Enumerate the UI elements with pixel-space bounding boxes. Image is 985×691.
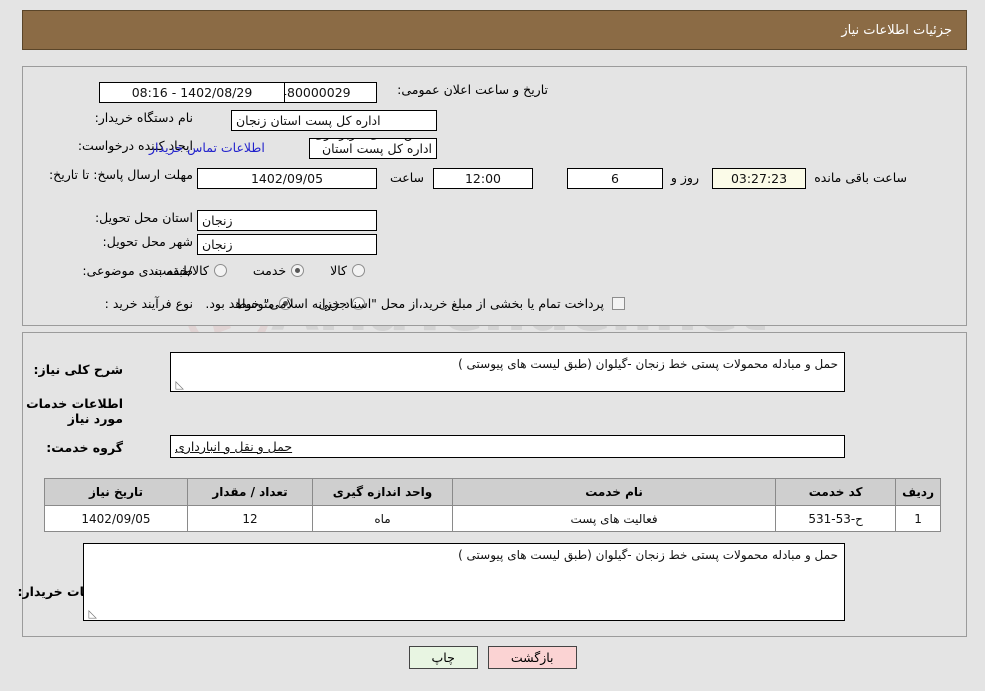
announce-datetime-label: تاریخ و ساعت اعلان عمومی: [397,82,548,97]
category-option-khedmat-label: خدمت [252,263,287,278]
treasury-note-label: پرداخت تمام یا بخشی از مبلغ خرید،از محل … [205,296,604,311]
category-option-kala-khedmat-label: کالا/خدمت [154,263,209,278]
back-button[interactable]: بازگشت [487,646,577,669]
service-group-label: گروه خدمت: [46,440,123,455]
deadline-label-wrap: مهلت ارسال پاسخ: تا تاریخ: [33,166,193,182]
col-date: تاریخ نیاز [44,478,188,506]
category-option-kala[interactable]: کالا [330,263,365,278]
buyer-org-value: اداره کل پست استان زنجان [231,110,437,131]
table-header-row: ردیف کد خدمت نام خدمت واحد اندازه گیری ت… [44,478,941,506]
remaining-days-value: 6 [567,168,663,189]
general-desc-textarea[interactable]: حمل و مبادله محمولات پستی خط زنجان -گیلو… [170,352,845,392]
province-value: زنجان [197,210,377,231]
buyer-notes-value: حمل و مبادله محمولات پستی خط زنجان -گیلو… [458,548,838,562]
category-option-khedmat[interactable]: خدمت [252,263,305,278]
cell-unit: ماه [312,505,453,532]
service-group-value: حمل و نقل و انبارداری [175,439,293,454]
buyer-org-row: نام دستگاه خریدار: [87,110,193,125]
cell-code: ح-53-531 [775,505,897,532]
treasury-note-row: پرداخت تمام یا بخشی از مبلغ خرید،از محل … [205,296,625,311]
remaining-days-label: روز و [670,170,699,185]
creator-value: حسن اسدی کاربردازی اداره کل پست استان زن… [309,138,437,159]
city-label: شهر محل تحویل: [102,234,193,249]
page-root: AriaTender.net جزئیات اطلاعات نیاز شماره… [0,0,985,691]
col-code: کد خدمت [775,478,897,506]
services-section-title: اطلاعات خدمات مورد نیاز [26,396,123,426]
button-bar: بازگشت چاپ [0,646,985,669]
radio-khedmat-icon[interactable] [291,264,305,277]
general-desc-value: حمل و مبادله محمولات پستی خط زنجان -گیلو… [458,357,838,371]
buyer-org-label: نام دستگاه خریدار: [94,110,193,125]
buyer-notes-textarea[interactable]: حمل و مبادله محمولات پستی خط زنجان -گیلو… [83,543,845,621]
province-row: استان محل تحویل: [87,210,193,225]
remaining-timer-value: 03:27:23 [712,168,806,189]
announce-datetime-value: 1402/08/29 - 08:16 [99,82,285,103]
cell-name: فعالیت های پست [451,505,777,532]
col-name: نام خدمت [451,478,777,506]
deadline-label: مهلت ارسال پاسخ: تا تاریخ: [48,167,193,182]
radio-kala-khedmat-icon[interactable] [213,264,227,277]
city-value: زنجان [197,234,377,255]
category-option-kala-label: کالا [330,263,347,278]
deadline-hour-label: ساعت [389,170,424,185]
province-label: استان محل تحویل: [94,210,193,225]
process-row-label: نوع فرآیند خرید : [97,296,193,311]
remaining-hours-label: ساعت باقی مانده [814,170,907,185]
category-option-kala-khedmat[interactable]: کالا/خدمت [154,263,227,278]
buyer-contact-link[interactable]: اطلاعات تماس خریدار [149,140,265,155]
col-qty: تعداد / مقدار [187,478,313,506]
col-radif: ردیف [895,478,941,506]
service-group-field[interactable]: حمل و نقل و انبارداری [170,435,845,458]
resize-grip-icon-2[interactable]: ◺ [87,608,97,619]
cell-radif: 1 [895,505,941,532]
process-label: نوع فرآیند خرید : [104,296,193,311]
deadline-time-value: 12:00 [433,168,533,189]
page-title-text: جزئیات اطلاعات نیاز [841,22,952,38]
cell-qty: 12 [187,505,313,532]
resize-grip-icon[interactable]: ◺ [174,379,184,390]
announce-datetime-label-wrap: تاریخ و ساعت اعلان عمومی: [389,82,548,97]
col-unit: واحد اندازه گیری [312,478,453,506]
services-table: ردیف کد خدمت نام خدمت واحد اندازه گیری ت… [44,478,941,532]
page-title: جزئیات اطلاعات نیاز [22,10,967,50]
treasury-checkbox[interactable] [612,297,625,310]
city-row: شهر محل تحویل: [95,234,193,249]
table-row: 1 ح-53-531 فعالیت های پست ماه 12 1402/09… [44,505,941,532]
need-info-panel [22,66,967,326]
radio-kala-icon[interactable] [352,264,365,277]
general-desc-label: شرح کلی نیاز: [33,362,123,377]
cell-date: 1402/09/05 [44,505,188,532]
print-button[interactable]: چاپ [408,646,478,669]
category-options: کالا خدمت کالا/خدمت [128,263,365,278]
deadline-date-value: 1402/09/05 [197,168,377,189]
